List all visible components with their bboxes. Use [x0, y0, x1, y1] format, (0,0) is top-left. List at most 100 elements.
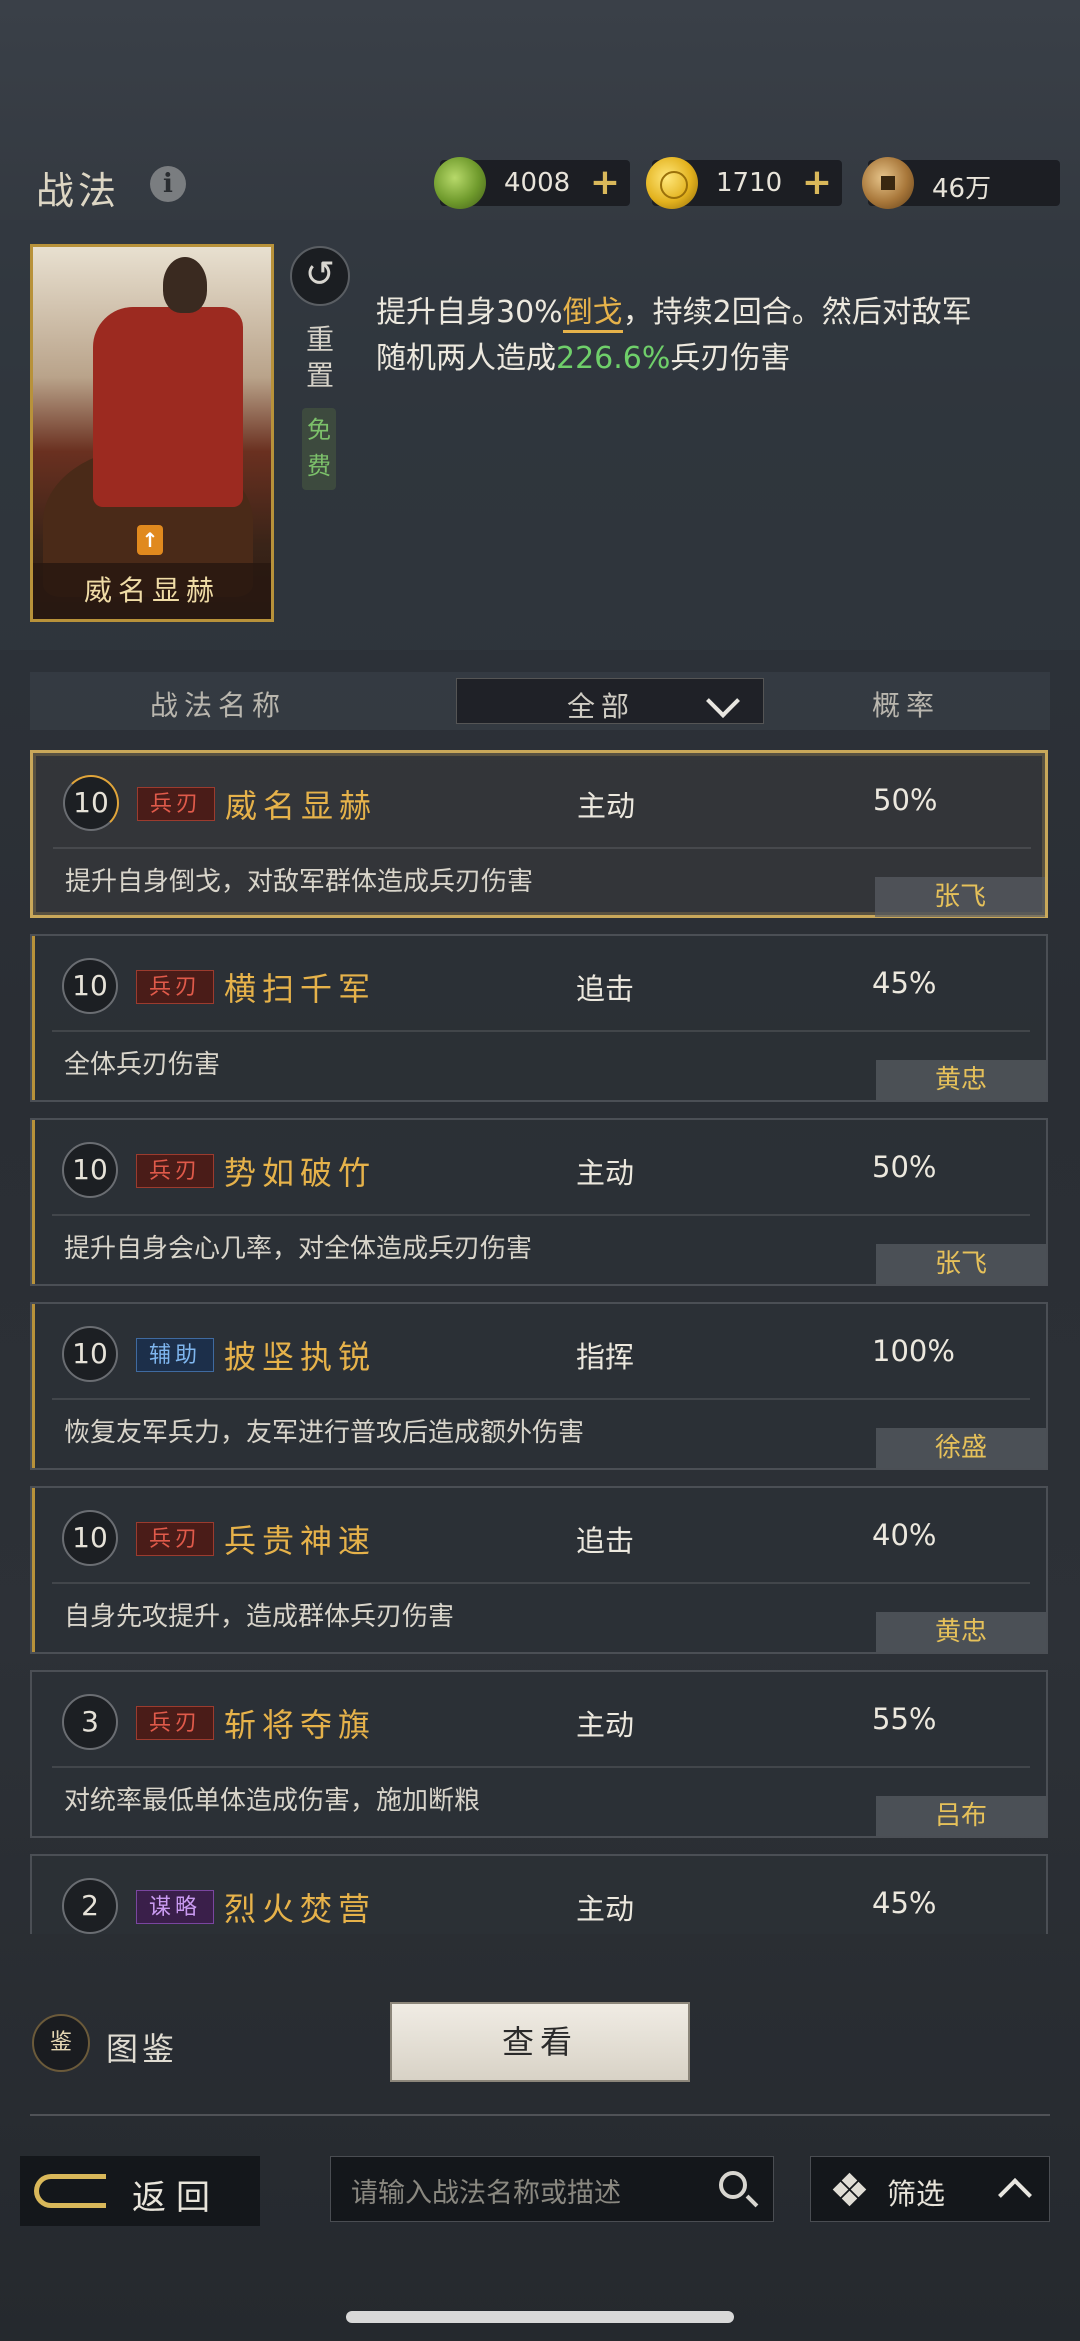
column-name-header: 战法名称	[150, 689, 287, 722]
skill-description: 提升自身会心几率，对全体造成兵刃伤害	[64, 1234, 533, 1264]
skill-kind: 主动	[576, 1156, 635, 1190]
row-edge	[32, 936, 35, 1100]
skill-kind: 追击	[576, 972, 635, 1006]
divider	[52, 1398, 1030, 1400]
divider	[53, 847, 1031, 849]
skill-rate: 50%	[872, 1150, 937, 1184]
skill-type-tag: 辅助	[136, 1338, 214, 1372]
skill-kind: 主动	[576, 1892, 635, 1926]
reset-label: 重置	[305, 323, 334, 392]
back-arrow-icon	[34, 2174, 106, 2208]
level-badge: 3	[62, 1694, 118, 1750]
skill-row[interactable]: 10 辅助 披坚执锐 指挥 100% 恢复友军兵力，友军进行普攻后造成额外伤害 …	[30, 1302, 1048, 1470]
gold-coin-icon	[646, 157, 698, 209]
hero-label: 吕布	[876, 1796, 1046, 1836]
hero-label: 黄忠	[876, 1612, 1046, 1652]
card-art-cloak	[93, 307, 243, 507]
skill-rate: 45%	[872, 966, 937, 1000]
skill-list[interactable]: 10 兵刃 威名显赫 主动 50% 提升自身倒戈，对敌军群体造成兵刃伤害 张飞 …	[30, 748, 1050, 1934]
add-gold-button[interactable]: +	[802, 162, 832, 203]
hero-label: 黄忠	[876, 1060, 1046, 1100]
jade-coin-icon	[434, 157, 486, 209]
skill-row[interactable]: 2 谋略 烈火焚营 主动 45%	[30, 1854, 1048, 1934]
skill-description: 恢复友军兵力，友军进行普攻后造成额外伤害	[64, 1418, 585, 1448]
chevron-up-icon	[998, 2178, 1032, 2212]
level-badge: 2	[62, 1878, 118, 1934]
row-edge	[32, 1304, 35, 1468]
skill-row[interactable]: 3 兵刃 斩将夺旗 主动 55% 对统率最低单体造成伤害，施加断粮 吕布	[30, 1670, 1048, 1838]
skill-description: 提升自身倒戈，对敌军群体造成兵刃伤害	[65, 867, 534, 897]
filter-value: 全部	[567, 690, 636, 723]
resource-jade: 4008 +	[434, 157, 630, 209]
level-badge: 10	[63, 775, 119, 831]
skill-name: 披坚执锐	[224, 1338, 377, 1376]
skill-type-tag: 兵刃	[136, 970, 214, 1004]
divider	[52, 1214, 1030, 1216]
reset-icon[interactable]: ↺	[290, 246, 350, 306]
skill-name: 威名显赫	[225, 787, 378, 825]
divider	[30, 2114, 1050, 2116]
skill-row[interactable]: 10 兵刃 势如破竹 主动 50% 提升自身会心几率，对全体造成兵刃伤害 张飞	[30, 1118, 1048, 1286]
book-icon[interactable]: 鉴	[32, 2014, 90, 2072]
resource-copper: 46万	[862, 157, 1060, 209]
skill-row[interactable]: 10 兵刃 威名显赫 主动 50% 提升自身倒戈，对敌军群体造成兵刃伤害 张飞	[30, 750, 1048, 918]
resource-gold: 1710 +	[646, 157, 842, 209]
card-name: 威名显赫	[33, 563, 271, 619]
row-edge	[32, 1488, 35, 1652]
filter-diamond-icon	[832, 2172, 867, 2207]
skill-name: 兵贵神速	[224, 1522, 377, 1560]
back-button[interactable]: 返回	[20, 2156, 260, 2226]
type-filter-dropdown[interactable]: 全部	[456, 678, 764, 724]
codex-label[interactable]: 图鉴	[106, 2024, 178, 2070]
divider	[52, 1582, 1030, 1584]
grade-mark-icon: ↑	[137, 525, 163, 555]
skill-type-tag: 兵刃	[136, 1522, 214, 1556]
skill-rate: 50%	[873, 783, 938, 817]
skill-name: 横扫千军	[224, 970, 377, 1008]
level-badge: 10	[62, 958, 118, 1014]
skill-type-tag: 兵刃	[136, 1706, 214, 1740]
hero-label: 张飞	[876, 1244, 1046, 1284]
filter-label: 筛选	[887, 2177, 946, 2211]
skill-description: 全体兵刃伤害	[64, 1050, 221, 1080]
copper-coin-icon	[862, 157, 914, 209]
resource-value: 46万	[932, 174, 992, 204]
skill-rate: 55%	[872, 1702, 937, 1736]
skill-type-tag: 兵刃	[137, 787, 215, 821]
resource-value: 1710	[716, 168, 783, 198]
level-badge: 10	[62, 1142, 118, 1198]
hero-label: 徐盛	[876, 1428, 1046, 1468]
skill-kind: 追击	[576, 1524, 635, 1558]
info-icon[interactable]: i	[150, 166, 186, 202]
search-placeholder: 请输入战法名称或描述	[351, 2178, 621, 2209]
search-input[interactable]: 请输入战法名称或描述	[330, 2156, 774, 2222]
view-button[interactable]: 查看	[390, 2002, 690, 2082]
featured-description: 提升自身30%倒戈，持续2回合。然后对敌军随机两人造成226.6%兵刃伤害	[376, 290, 976, 382]
filter-button[interactable]: 筛选	[810, 2156, 1050, 2222]
page-title: 战法	[36, 169, 121, 213]
skill-description: 自身先攻提升，造成群体兵刃伤害	[64, 1602, 455, 1632]
skill-row[interactable]: 10 兵刃 兵贵神速 追击 40% 自身先攻提升，造成群体兵刃伤害 黄忠	[30, 1486, 1048, 1654]
reset-control[interactable]: ↺ 重置 免费	[290, 246, 350, 492]
card-art-head	[163, 257, 207, 313]
list-header: 战法名称 全部 概率	[30, 672, 1050, 730]
level-badge: 10	[62, 1510, 118, 1566]
resource-value: 4008	[504, 168, 571, 198]
skill-kind: 主动	[577, 789, 636, 823]
skill-card[interactable]: ↑ 威名显赫	[30, 244, 274, 622]
skill-row[interactable]: 10 兵刃 横扫千军 追击 45% 全体兵刃伤害 黄忠	[30, 934, 1048, 1102]
skill-kind: 主动	[576, 1708, 635, 1742]
divider	[52, 1766, 1030, 1768]
desc-text: 兵刃伤害	[670, 341, 791, 376]
skill-kind: 指挥	[576, 1340, 635, 1374]
skill-description: 对统率最低单体造成伤害，施加断粮	[64, 1786, 481, 1816]
skill-name: 势如破竹	[224, 1154, 377, 1192]
search-icon[interactable]	[719, 2171, 747, 2199]
skill-name: 斩将夺旗	[224, 1706, 377, 1744]
back-label: 返回	[132, 2178, 220, 2218]
hero-label: 张飞	[875, 877, 1045, 917]
skill-rate: 40%	[872, 1518, 937, 1552]
add-jade-button[interactable]: +	[590, 162, 620, 203]
home-indicator[interactable]	[346, 2311, 734, 2323]
desc-highlight[interactable]: 倒戈	[562, 295, 623, 333]
